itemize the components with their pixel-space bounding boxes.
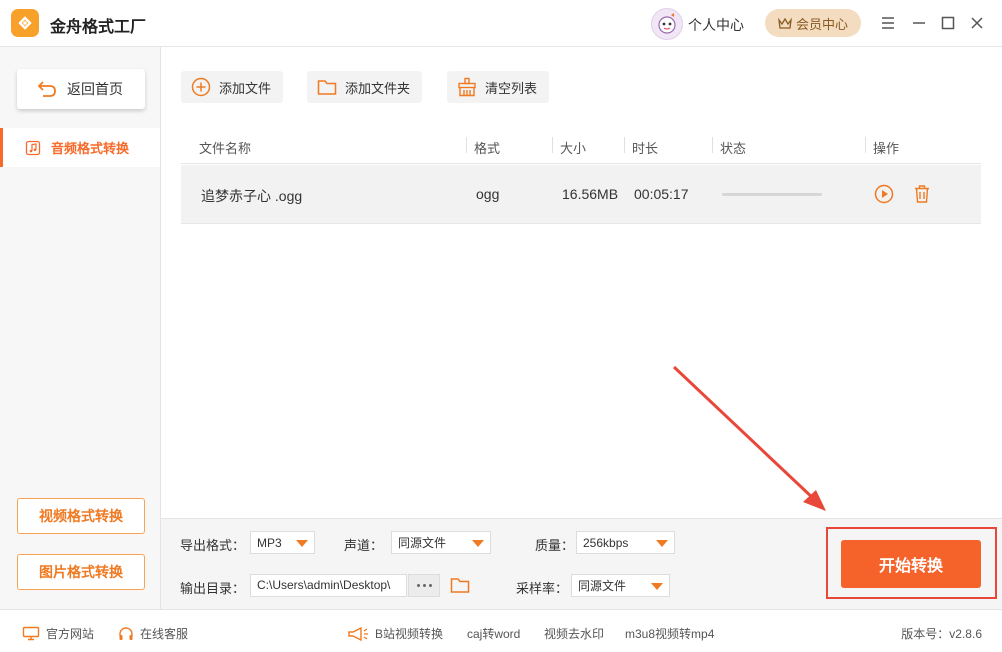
- add-folder-label: 添加文件夹: [345, 80, 411, 96]
- footer-link-bilibili-label: B站视频转换: [375, 627, 444, 641]
- user-avatar-icon[interactable]: [651, 8, 683, 40]
- vip-center-button[interactable]: 会员中心: [765, 9, 861, 37]
- plus-circle-icon: [191, 77, 211, 97]
- image-convert-button[interactable]: 图片格式转换: [17, 554, 145, 590]
- add-file-button[interactable]: 添加文件: [181, 71, 284, 103]
- sample-rate-label: 采样率：: [516, 581, 569, 596]
- play-icon[interactable]: [874, 184, 894, 204]
- back-home-button[interactable]: 返回首页: [17, 69, 145, 109]
- column-header-actions: 操作: [873, 141, 900, 156]
- column-divider: [712, 137, 713, 153]
- clear-list-label: 清空列表: [485, 80, 538, 96]
- sample-rate-value: 同源文件: [578, 579, 627, 593]
- online-service-label: 在线客服: [140, 627, 189, 641]
- vip-center-label: 会员中心: [795, 16, 848, 32]
- ellipsis-dot: [416, 584, 420, 587]
- table-row[interactable]: 追梦赤子心 .ogg ogg 16.56MB 00:05:17: [181, 165, 981, 224]
- official-site-label: 官方网站: [46, 627, 95, 641]
- open-folder-icon[interactable]: [450, 576, 470, 594]
- quality-value: 256kbps: [583, 535, 629, 550]
- column-header-status: 状态: [720, 141, 747, 156]
- clear-list-button[interactable]: 清空列表: [447, 71, 550, 103]
- music-note-icon: [25, 140, 41, 155]
- footer-link-m3u8[interactable]: m3u8视频转mp4: [625, 625, 714, 642]
- column-header-duration: 时长: [632, 141, 659, 156]
- maximize-icon[interactable]: [939, 14, 957, 32]
- back-home-label: 返回首页: [67, 81, 123, 97]
- file-format-cell: ogg: [476, 186, 500, 202]
- file-size-cell: 16.56MB: [562, 186, 619, 202]
- channel-label: 声道：: [344, 538, 384, 553]
- version-label: 版本号：v2.8.6: [901, 627, 982, 641]
- add-folder-button[interactable]: 添加文件夹: [307, 71, 423, 103]
- export-format-select[interactable]: MP3: [250, 531, 315, 554]
- online-service-link[interactable]: 在线客服: [118, 625, 188, 642]
- app-logo-icon: [11, 9, 39, 37]
- conversion-progress-bar: [722, 193, 822, 196]
- sidebar-item-audio-convert[interactable]: 音频格式转换: [0, 128, 160, 167]
- output-dir-label: 输出目录：: [180, 581, 246, 596]
- add-file-label: 添加文件: [219, 80, 272, 96]
- footer: 官方网站 在线客服 B站视频转换 caj转word 视频去水印 m3u8视频转m…: [0, 609, 1002, 652]
- column-header-name: 文件名称: [199, 141, 252, 156]
- return-arrow-icon: [37, 81, 56, 97]
- column-divider: [624, 137, 625, 153]
- footer-link-watermark[interactable]: 视频去水印: [544, 625, 604, 642]
- megaphone-icon: [348, 626, 368, 641]
- app-title: 金舟格式工厂: [50, 19, 147, 36]
- column-divider: [865, 137, 866, 153]
- column-divider: [552, 137, 553, 153]
- export-format-value: MP3: [257, 535, 282, 550]
- start-convert-button[interactable]: 开始转换: [841, 540, 981, 588]
- crown-icon: [778, 17, 792, 29]
- quality-label: 质量：: [535, 538, 575, 553]
- column-header-format: 格式: [474, 141, 501, 156]
- sample-rate-select[interactable]: 同源文件: [571, 574, 670, 597]
- sidebar: 返回首页 音频格式转换 视频格式转换 图片格式转换: [0, 47, 161, 609]
- column-divider: [466, 137, 467, 153]
- close-icon[interactable]: [968, 14, 986, 32]
- sidebar-item-audio-label: 音频格式转换: [51, 141, 130, 156]
- title-bar: 金舟格式工厂 个人中心 会员中心: [0, 0, 1002, 47]
- ellipsis-dot: [422, 584, 426, 587]
- file-name-cell: 追梦赤子心 .ogg: [201, 188, 303, 204]
- quality-select[interactable]: 256kbps: [576, 531, 675, 554]
- dropdown-caret-icon: [656, 540, 668, 547]
- user-center-link[interactable]: 个人中心: [688, 15, 744, 35]
- file-duration-cell: 00:05:17: [634, 186, 689, 202]
- column-header-size: 大小: [560, 141, 587, 156]
- ellipsis-dot: [428, 584, 432, 587]
- footer-link-caj[interactable]: caj转word: [467, 625, 520, 642]
- menu-icon[interactable]: [879, 14, 897, 32]
- browse-dir-button[interactable]: [408, 574, 440, 597]
- channel-select[interactable]: 同源文件: [391, 531, 491, 554]
- dropdown-caret-icon: [651, 583, 663, 590]
- export-format-label: 导出格式：: [180, 538, 246, 553]
- monitor-icon: [22, 626, 40, 641]
- file-table-header: 文件名称 格式 大小 时长 状态 操作: [181, 128, 981, 164]
- folder-icon: [317, 80, 337, 95]
- official-site-link[interactable]: 官方网站: [22, 625, 94, 642]
- footer-link-bilibili[interactable]: B站视频转换: [347, 625, 443, 642]
- broom-icon: [458, 77, 476, 97]
- dropdown-caret-icon: [296, 540, 308, 547]
- channel-value: 同源文件: [398, 536, 447, 550]
- video-convert-button[interactable]: 视频格式转换: [17, 498, 145, 534]
- output-dir-input[interactable]: C:\Users\admin\Desktop\: [250, 574, 407, 597]
- headset-icon: [119, 626, 133, 640]
- minimize-icon[interactable]: [910, 14, 928, 32]
- delete-icon[interactable]: [912, 184, 932, 204]
- dropdown-caret-icon: [472, 540, 484, 547]
